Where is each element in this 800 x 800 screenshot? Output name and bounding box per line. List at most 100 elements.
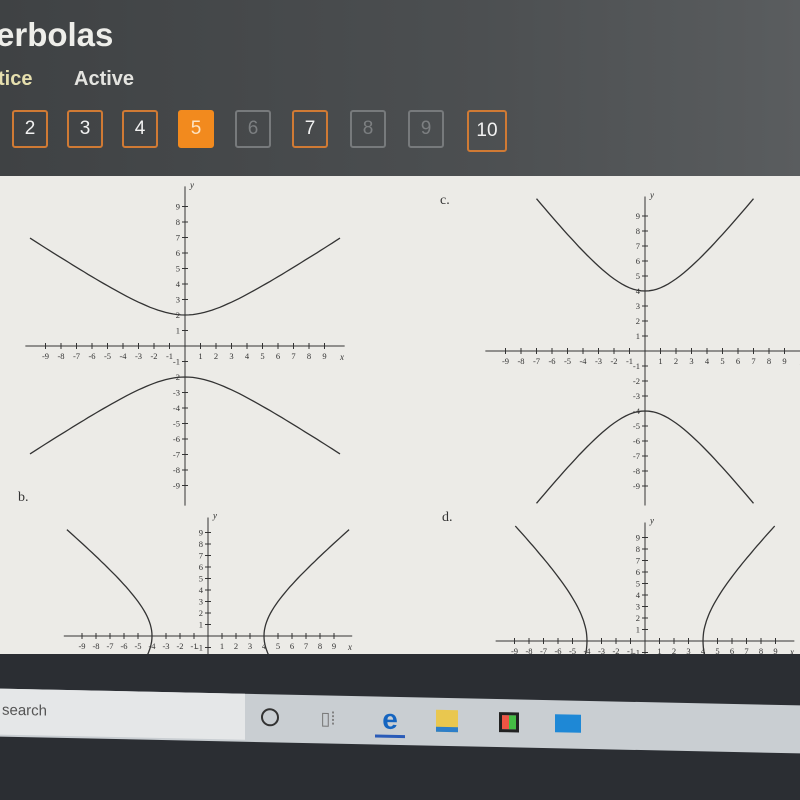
x-tick-label: -4 xyxy=(583,646,591,654)
x-tick-label: 2 xyxy=(214,351,218,361)
y-tick-label: -1 xyxy=(173,357,180,367)
tab-active[interactable]: Active xyxy=(74,68,134,91)
y-tick-label: 7 xyxy=(636,556,640,566)
y-tick-label: 3 xyxy=(176,295,180,305)
y-tick-label: 1 xyxy=(636,331,640,341)
x-tick-label: 6 xyxy=(290,641,294,651)
x-tick-label: -9 xyxy=(502,356,509,366)
y-tick-label: 1 xyxy=(636,625,640,635)
hyperbola-branch xyxy=(263,529,350,654)
question-button-5[interactable]: 5 xyxy=(178,110,214,148)
x-tick-label: 9 xyxy=(782,356,786,366)
y-tick-label: 3 xyxy=(636,301,640,311)
question-button-4[interactable]: 4 xyxy=(122,110,158,148)
y-tick-label: -3 xyxy=(173,388,180,398)
x-tick-label: 8 xyxy=(759,646,763,654)
store-icon[interactable] xyxy=(494,707,524,738)
x-tick-label: 2 xyxy=(674,356,678,366)
windows-taskbar: search ▯⁞ e xyxy=(0,688,800,754)
x-tick-label: -9 xyxy=(78,641,85,651)
hyperbola-branch xyxy=(66,529,153,654)
x-tick-label: 1 xyxy=(658,356,662,366)
x-tick-label: 9 xyxy=(332,641,336,651)
y-tick-label: -6 xyxy=(633,436,640,446)
y-tick-label: 1 xyxy=(199,620,203,630)
x-tick-label: 7 xyxy=(304,641,308,651)
x-tick-label: -4 xyxy=(579,356,587,366)
x-tick-label: -5 xyxy=(134,641,141,651)
question-button-3[interactable]: 3 xyxy=(67,110,103,148)
y-axis-label: y xyxy=(189,180,194,190)
x-tick-label: -7 xyxy=(540,646,547,654)
x-tick-label: -6 xyxy=(554,646,561,654)
x-tick-label: 1 xyxy=(657,646,661,654)
x-tick-label: 3 xyxy=(689,356,693,366)
x-tick-label: 8 xyxy=(307,351,311,361)
question-button-10[interactable]: 10 xyxy=(467,110,507,152)
y-tick-label: 8 xyxy=(199,539,203,549)
question-button-2[interactable]: 2 xyxy=(12,110,48,148)
x-tick-label: 1 xyxy=(220,641,224,651)
x-tick-label: 7 xyxy=(744,646,748,654)
x-tick-label: 6 xyxy=(736,356,740,366)
x-axis-label: x xyxy=(789,647,794,654)
x-tick-label: 5 xyxy=(720,356,724,366)
file-explorer-icon[interactable] xyxy=(432,706,462,737)
y-axis-label: y xyxy=(212,511,217,521)
y-tick-label: -1 xyxy=(633,361,640,371)
page-header: erbolas tice Active 2 3 4 5 6 7 8 9 10 xyxy=(0,0,800,178)
x-tick-label: 3 xyxy=(686,646,690,654)
y-tick-label: -4 xyxy=(173,403,181,413)
mail-icon[interactable] xyxy=(553,708,583,739)
y-tick-label: 9 xyxy=(176,202,180,212)
question-button-7[interactable]: 7 xyxy=(292,110,328,148)
graph-options-area: x y -9 -9 -8 -8 -7 -7 -6 -6 -5 -5 -4 -4 -3 -3 -2 -2 -1 -1 1 1… xyxy=(0,176,800,654)
y-tick-label: -5 xyxy=(633,421,640,431)
y-tick-label: 5 xyxy=(636,579,640,589)
y-tick-label: -1 xyxy=(633,648,640,655)
y-tick-label: -6 xyxy=(173,434,180,444)
y-tick-label: -2 xyxy=(633,376,640,386)
edge-icon[interactable]: e xyxy=(375,704,405,739)
x-tick-label: -8 xyxy=(517,356,524,366)
x-tick-label: 4 xyxy=(705,356,710,366)
x-tick-label: -8 xyxy=(525,646,532,654)
task-view-icon[interactable]: ▯⁞ xyxy=(313,703,343,734)
y-tick-label: -5 xyxy=(173,419,180,429)
x-tick-label: 8 xyxy=(767,356,771,366)
y-axis-label: y xyxy=(649,190,654,200)
x-tick-label: -3 xyxy=(162,641,169,651)
graph-label: c. xyxy=(440,193,450,208)
y-tick-label: 6 xyxy=(636,256,640,266)
y-axis-label: y xyxy=(649,516,654,526)
x-tick-label: -6 xyxy=(548,356,555,366)
x-tick-label: 5 xyxy=(260,351,264,361)
graph-label: b. xyxy=(18,490,29,505)
graph-label: d. xyxy=(442,510,453,525)
x-tick-label: -2 xyxy=(150,351,157,361)
y-tick-label: 2 xyxy=(636,316,640,326)
hyperbola-branch xyxy=(702,525,776,654)
y-tick-label: 9 xyxy=(199,528,203,538)
x-axis-label: x xyxy=(339,352,344,362)
y-tick-label: -7 xyxy=(633,451,640,461)
tab-practice[interactable]: tice xyxy=(0,68,32,91)
x-tick-label: 3 xyxy=(248,641,252,651)
x-tick-label: -2 xyxy=(176,641,183,651)
x-tick-label: -3 xyxy=(595,356,602,366)
y-tick-label: 4 xyxy=(636,590,641,600)
x-tick-label: -8 xyxy=(57,351,64,361)
y-tick-label: 2 xyxy=(199,608,203,618)
x-tick-label: -4 xyxy=(119,351,127,361)
x-tick-label: 1 xyxy=(198,351,202,361)
y-tick-label: -8 xyxy=(633,466,640,476)
x-tick-label: 7 xyxy=(751,356,755,366)
y-tick-label: 9 xyxy=(636,211,640,221)
y-tick-label: 4 xyxy=(199,585,204,595)
y-tick-label: 2 xyxy=(636,613,640,623)
taskbar-search-input[interactable]: search xyxy=(0,688,245,740)
x-tick-label: 7 xyxy=(291,351,295,361)
y-tick-label: 6 xyxy=(636,567,640,577)
cortana-icon[interactable] xyxy=(256,702,284,733)
x-tick-label: 5 xyxy=(276,641,280,651)
